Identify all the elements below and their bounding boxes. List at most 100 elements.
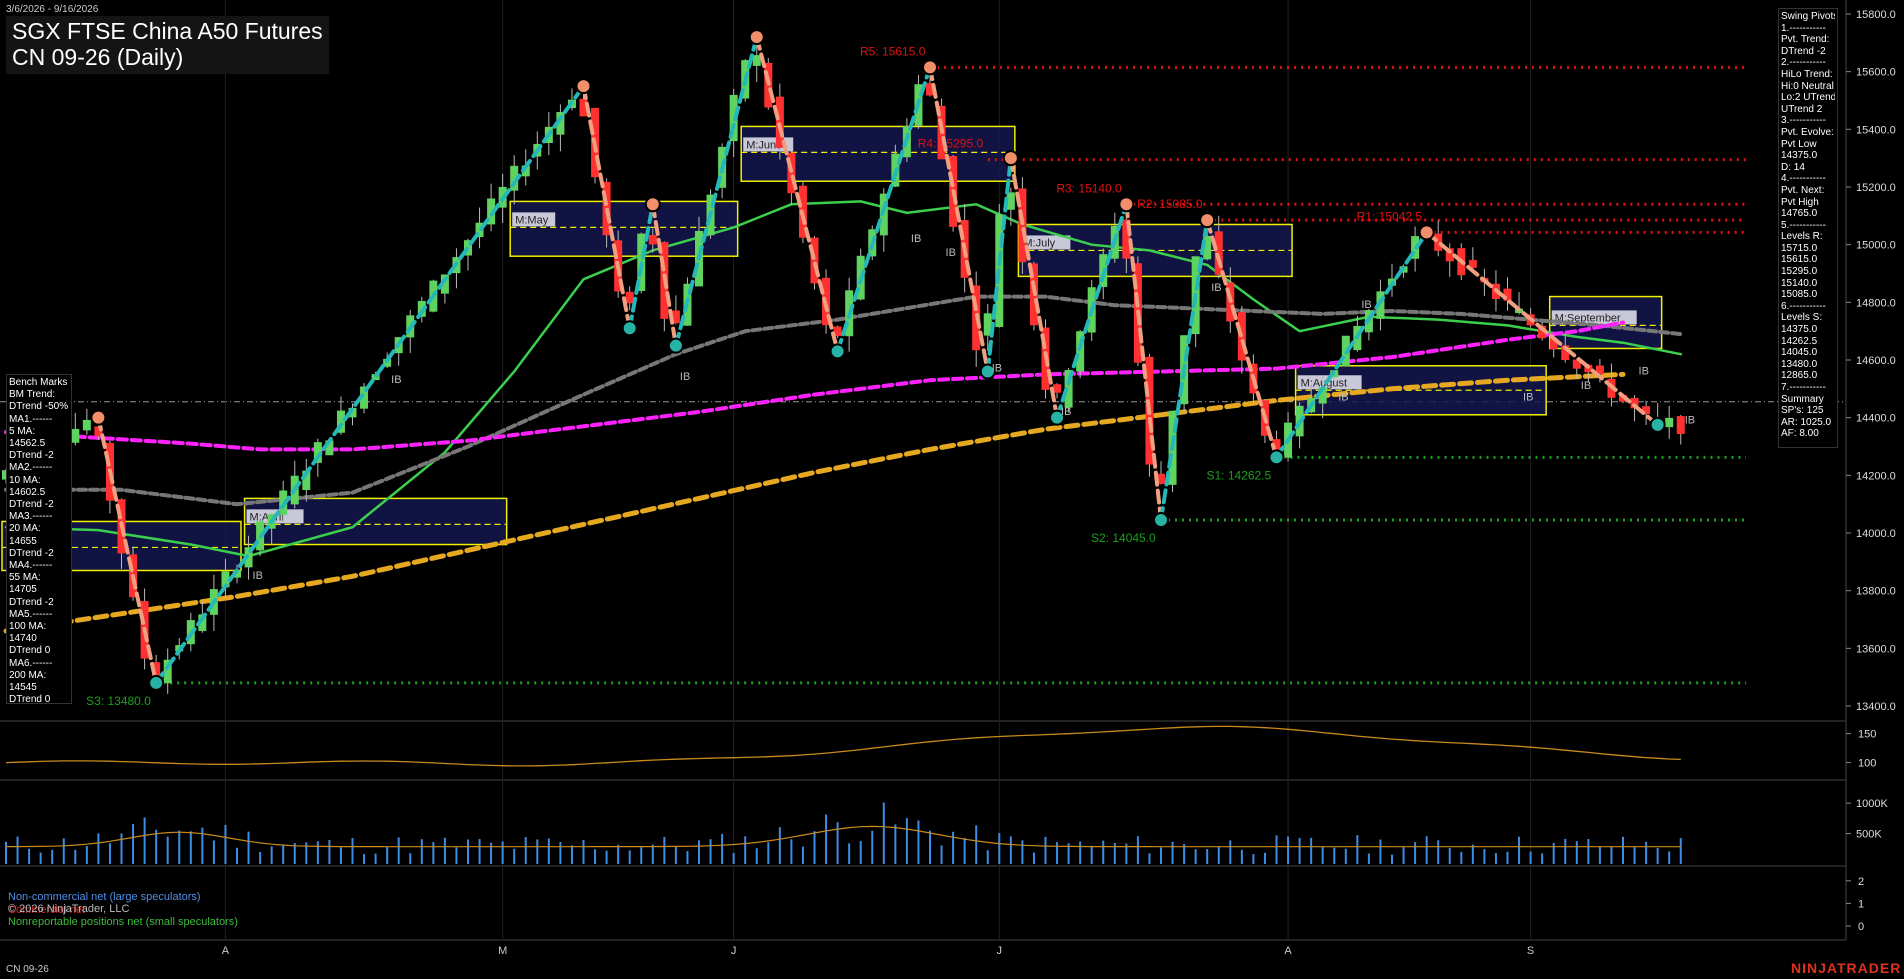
swing-line: 14375.0: [1781, 150, 1818, 162]
candle-body: [1676, 416, 1685, 434]
bench-line: 14602.5: [9, 486, 46, 498]
swing-line: 13480.0: [1781, 358, 1818, 370]
month-box-label: M:May: [515, 214, 549, 226]
candle-body: [752, 55, 761, 66]
bench-line: DTrend 0: [9, 694, 51, 706]
bench-line: 200 MA:: [9, 669, 47, 681]
cot-tick-label: 1: [1858, 898, 1864, 910]
price-tick-label: 14400.0: [1856, 413, 1896, 425]
bench-line: 14740: [9, 633, 37, 645]
swing-line: Levels S:: [1781, 312, 1823, 324]
swing-pivot-dot: [1118, 196, 1135, 213]
price-tick-label: 15800.0: [1856, 9, 1896, 21]
ib-marker: IB: [1685, 414, 1695, 426]
ib-marker: IB: [1338, 391, 1348, 403]
swing-pivot-dot: [90, 409, 107, 426]
swing-line: DTrend -2: [1781, 45, 1826, 57]
swing-pivot-dot: [1002, 150, 1019, 167]
price-tick-label: 13800.0: [1856, 586, 1896, 598]
support-level-label: S1: 14262.5: [1207, 468, 1272, 482]
swing-line: 7.-----------: [1781, 382, 1826, 393]
swing-pivot-dot: [748, 29, 765, 46]
swing-line: Hi:0 Neutral: [1781, 80, 1834, 92]
ib-marker: IB: [1639, 365, 1649, 377]
swing-line: 4.-----------: [1781, 173, 1826, 185]
swing-line: Lo:2 UTrend: [1781, 92, 1835, 104]
chart-title: SGX FTSE China A50 Futures: [12, 18, 323, 44]
indicator-tick-label: 150: [1858, 729, 1876, 741]
candle-body: [775, 96, 784, 148]
ib-marker: IB: [1523, 391, 1533, 403]
price-tick-label: 14600.0: [1856, 355, 1896, 367]
price-tick-label: 14200.0: [1856, 470, 1896, 482]
bench-line: MA3.------: [9, 511, 53, 523]
candle-body: [1053, 384, 1062, 393]
swing-line: 5.-----------: [1781, 219, 1826, 231]
swing-pivot-dot: [1649, 416, 1666, 433]
price-tick-label: 13400.0: [1856, 701, 1896, 713]
candle-body: [1006, 192, 1015, 210]
swing-line: 15615.0: [1781, 254, 1818, 266]
chart-subtitle: CN 09-26 (Daily): [12, 44, 184, 70]
swing-pivot-dot: [644, 196, 661, 213]
x-axis-label: A: [222, 945, 230, 957]
cot-tick-label: 2: [1858, 876, 1864, 888]
bench-line: DTrend -2: [9, 547, 54, 559]
cot-tick-label: 0: [1858, 921, 1864, 933]
bench-line: 14655: [9, 535, 37, 547]
x-axis-label: M: [498, 945, 507, 957]
indicator-tick-label: 100: [1858, 758, 1876, 770]
price-tick-label: 15200.0: [1856, 182, 1896, 194]
swing-pivot-dot: [829, 343, 846, 360]
x-axis-label: A: [1284, 945, 1292, 957]
swing-line: 12865.0: [1781, 370, 1818, 382]
candle-body: [71, 428, 80, 443]
swing-line: Summary: [1781, 393, 1824, 405]
swing-line: AR: 1025.0: [1781, 416, 1832, 428]
price-tick-label: 13600.0: [1856, 643, 1896, 655]
swing-line: 14262.5: [1781, 335, 1818, 347]
bench-marks-panel: Bench Marks BM Trend: DTrend -50% MA1.----…: [6, 374, 72, 706]
bench-marks-title: Bench Marks: [9, 377, 68, 388]
x-axis-label: J: [731, 945, 737, 957]
ib-marker: IB: [1211, 282, 1221, 294]
candle-body: [625, 291, 634, 304]
swing-line: 15140.0: [1781, 277, 1818, 289]
swing-pivot-dot: [621, 320, 638, 337]
swing-line: SP's: 125: [1781, 405, 1824, 417]
bench-line: 14705: [9, 584, 37, 596]
swing-pivot-dot: [1199, 212, 1216, 229]
swing-pivot-dot: [148, 674, 165, 691]
resistance-level-label: R3: 15140.0: [1056, 181, 1122, 195]
bench-line: BM Trend:: [9, 389, 56, 401]
ib-marker: IB: [253, 570, 263, 582]
bench-line: 10 MA:: [9, 474, 41, 486]
volume-tick-label: 1000K: [1856, 798, 1888, 810]
x-axis-label: J: [997, 945, 1003, 957]
price-tick-label: 15000.0: [1856, 240, 1896, 252]
swing-line: 6.-----------: [1781, 300, 1826, 312]
bench-line: MA6.------: [9, 657, 53, 669]
swing-line: Pvt. Next:: [1781, 184, 1825, 196]
bench-line: 55 MA:: [9, 572, 41, 584]
swing-pivot-dot: [1418, 224, 1435, 241]
swing-line: Pvt. Evolve:: [1781, 126, 1834, 138]
bench-marks-lines: BM Trend: DTrend -50% MA1.------ 5 MA: 14562…: [9, 389, 69, 706]
legend-non-commercial: Non-commercial net (large speculators): [8, 891, 201, 903]
chart-canvas: M:AprilM:MayM:JuneM:JulyM:AugustM:Septem…: [0, 0, 1904, 979]
swing-pivots-title: Swing Pivots: [1781, 11, 1835, 22]
brand-logo: NINJATRADER: [1791, 960, 1902, 976]
date-range: 3/6/2026 - 9/16/2026: [6, 4, 99, 15]
ib-marker: IB: [1061, 406, 1071, 418]
swing-line: AF: 8.00: [1781, 428, 1819, 440]
swing-pivot-dot: [922, 59, 938, 76]
footer-instrument: CN 09-26: [6, 964, 49, 975]
swing-pivot-dot: [667, 337, 684, 354]
swing-line: 14375.0: [1781, 324, 1818, 336]
x-axis-label: S: [1527, 945, 1534, 957]
ib-marker: IB: [1581, 380, 1591, 392]
bench-line: 5 MA:: [9, 425, 36, 437]
candle-body: [648, 235, 657, 245]
swing-line: 2.-----------: [1781, 57, 1826, 69]
price-tick-label: 14000.0: [1856, 528, 1896, 540]
